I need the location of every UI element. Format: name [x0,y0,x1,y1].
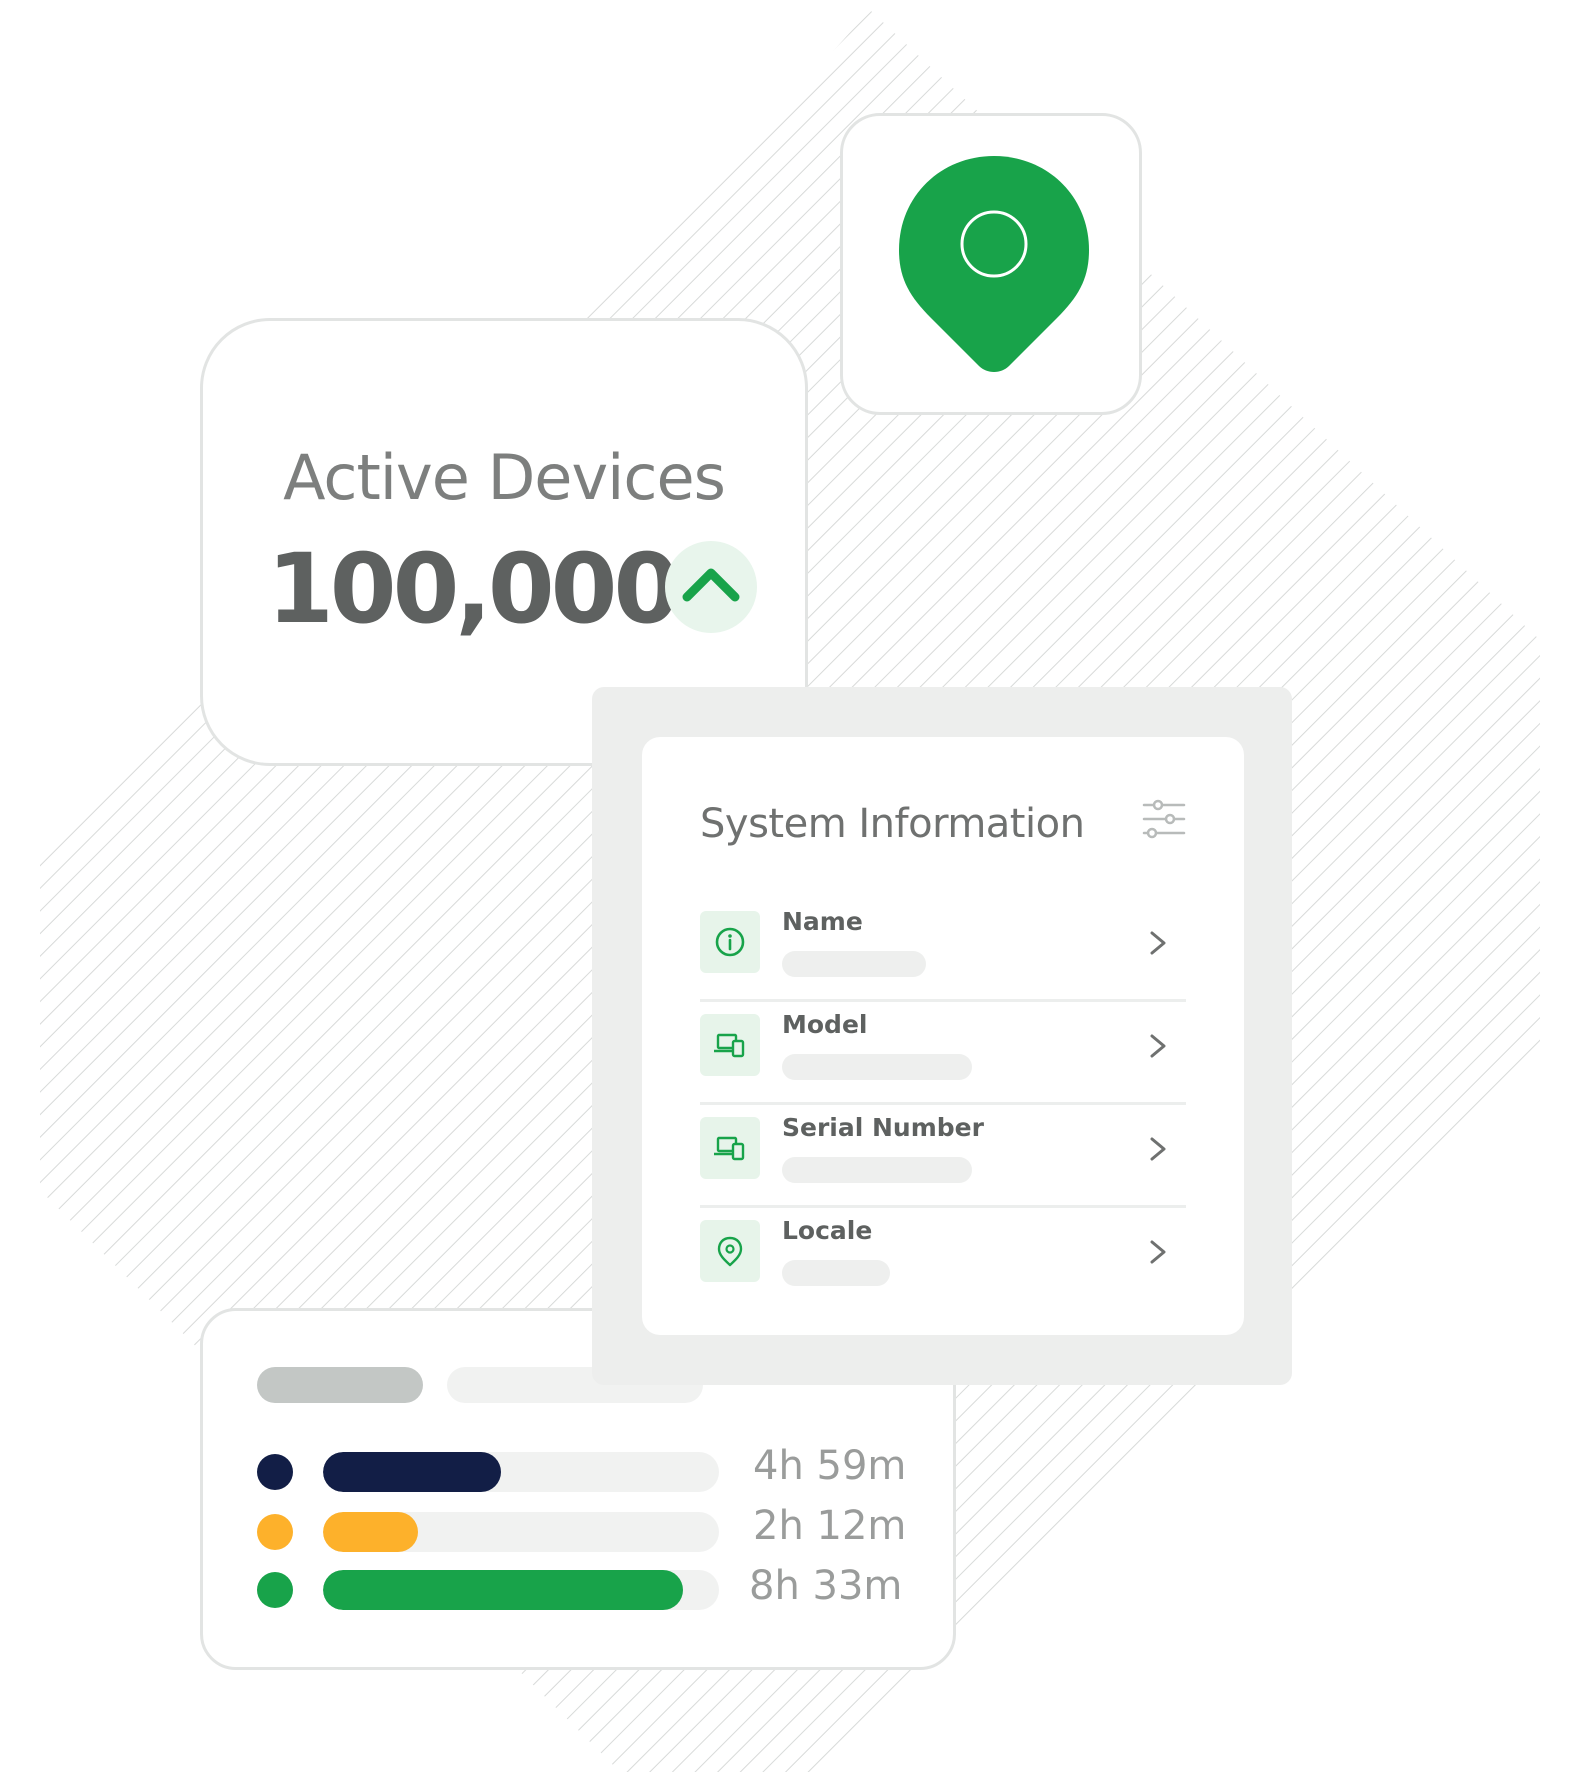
devices-icon [714,1033,745,1058]
map-pin-icon [899,156,1089,372]
usage-time-label: 4h 59m [753,1443,907,1489]
active-devices-count: 100,000 [267,533,680,645]
system-information-card: System Information Name Model Serial Num… [642,737,1244,1335]
usage-legend-dot [257,1572,293,1608]
row-label: Name [782,907,863,936]
row-icon-tile [700,1014,760,1076]
row-icon-tile [700,1117,760,1179]
usage-progress-track [323,1512,719,1552]
row-value-skeleton [782,1054,972,1080]
system-info-row-model[interactable]: Model [700,1000,1186,1105]
chevron-right-icon[interactable] [1144,923,1172,963]
location-tile[interactable] [840,113,1142,415]
chevron-up-icon [682,568,740,602]
row-label: Serial Number [782,1113,984,1142]
usage-progress-track [323,1570,719,1610]
usage-progress-fill [323,1570,684,1610]
info-icon [715,927,745,957]
row-icon-tile [700,911,760,973]
usage-header-skeleton [257,1367,423,1403]
map-pin-icon [717,1236,743,1267]
row-label: Locale [782,1216,873,1245]
system-info-row-locale[interactable]: Locale [700,1206,1186,1308]
system-information-panel: System Information Name Model Serial Num… [592,687,1292,1385]
chevron-right-icon[interactable] [1144,1129,1172,1169]
system-info-row-serial-number[interactable]: Serial Number [700,1103,1186,1208]
sliders-icon[interactable] [1140,795,1188,843]
usage-time-label: 2h 12m [753,1503,907,1549]
devices-icon [714,1136,745,1161]
row-icon-tile [700,1220,760,1282]
usage-progress-fill [323,1452,502,1492]
trend-up-badge [665,541,757,633]
row-value-skeleton [782,951,926,977]
system-information-title: System Information [700,801,1085,847]
usage-time-label: 8h 33m [749,1563,903,1609]
usage-legend-dot [257,1454,293,1490]
chevron-right-icon[interactable] [1144,1232,1172,1272]
usage-legend-dot [257,1514,293,1550]
usage-progress-fill [323,1512,419,1552]
row-value-skeleton [782,1260,890,1286]
system-info-row-name[interactable]: Name [700,897,1186,1002]
active-devices-title: Active Devices [283,441,726,514]
usage-progress-track [323,1452,719,1492]
row-value-skeleton [782,1157,972,1183]
chevron-right-icon[interactable] [1144,1026,1172,1066]
row-label: Model [782,1010,868,1039]
